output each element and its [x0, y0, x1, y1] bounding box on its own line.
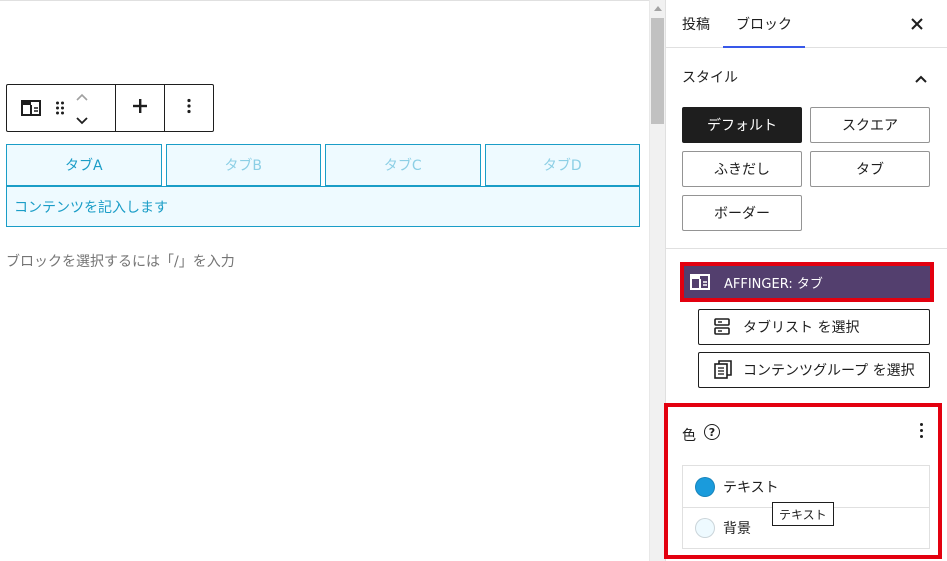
- select-content-group-button[interactable]: コンテンツグループ を選択: [698, 352, 930, 388]
- style-tab-button[interactable]: タブ: [810, 151, 930, 187]
- style-square-button[interactable]: スクエア: [810, 107, 930, 143]
- help-icon[interactable]: ?: [704, 424, 720, 440]
- close-icon[interactable]: [907, 14, 927, 34]
- color-panel-title: 色: [682, 428, 696, 444]
- toolbar-insert-group: [116, 85, 165, 131]
- tab-a[interactable]: タブA: [6, 144, 162, 186]
- tab-block-icon[interactable]: [21, 99, 41, 117]
- style-border-button[interactable]: ボーダー: [682, 195, 802, 231]
- color-item-background-label: 背景: [723, 521, 751, 537]
- tab-posts[interactable]: 投稿: [682, 0, 710, 48]
- select-tablist-button[interactable]: タブリスト を選択: [698, 309, 930, 345]
- tooltip: テキスト: [772, 502, 834, 526]
- style-panel: スタイル デフォルト スクエア ふきだし タブ ボーダー: [666, 48, 947, 249]
- block-card-highlight: AFFINGER: タブ: [680, 262, 934, 302]
- editor-canvas: タブA タブB タブC タブD コンテンツを記入します ブロックを選択するには「…: [0, 0, 649, 561]
- tab-d[interactable]: タブD: [484, 144, 640, 186]
- settings-sidebar: 投稿 ブロック スタイル デフォルト スクエア ふきだし タブ ボーダー AFF…: [664, 0, 947, 561]
- tab-content[interactable]: コンテンツを記入します: [6, 186, 640, 227]
- chevron-up-icon[interactable]: [75, 87, 89, 106]
- plus-icon[interactable]: [132, 98, 148, 118]
- tab-block-settings[interactable]: ブロック: [723, 0, 805, 48]
- toolbar-block-group: [7, 85, 116, 131]
- toolbar-options-group: [165, 85, 213, 131]
- drag-handle-icon[interactable]: [55, 100, 65, 116]
- color-item-text-label: テキスト: [723, 479, 779, 496]
- block-card-title: AFFINGER: タブ: [724, 276, 823, 292]
- chevron-down-icon[interactable]: [75, 110, 89, 129]
- tab-c[interactable]: タブC: [325, 144, 481, 186]
- block-movers: [75, 87, 89, 129]
- color-panel: 色 ? テキスト 背景 テキスト: [668, 407, 938, 555]
- block-appender-placeholder[interactable]: ブロックを選択するには「/」を入力: [6, 251, 235, 271]
- tab-b[interactable]: タブB: [165, 144, 321, 186]
- chevron-up-icon[interactable]: [915, 68, 927, 87]
- background-color-swatch: [695, 518, 715, 538]
- tablist-icon: [713, 317, 735, 337]
- select-content-group-label: コンテンツグループ を選択: [743, 363, 915, 379]
- color-item-text[interactable]: テキスト: [683, 466, 929, 507]
- tab-list: タブA タブB タブC タブD: [6, 144, 640, 186]
- scroll-up-arrow-icon[interactable]: [654, 6, 662, 11]
- style-default-button[interactable]: デフォルト: [682, 107, 802, 143]
- tab-block-icon: [690, 274, 710, 290]
- color-options-icon[interactable]: [920, 423, 924, 438]
- style-panel-title[interactable]: スタイル: [682, 67, 738, 87]
- style-balloon-button[interactable]: ふきだし: [682, 151, 802, 187]
- select-tablist-label: タブリスト を選択: [743, 320, 860, 336]
- sidebar-header: 投稿 ブロック: [666, 0, 947, 48]
- scrollbar-thumb[interactable]: [651, 18, 664, 124]
- content-group-icon: [713, 360, 735, 380]
- color-panel-highlight: 色 ? テキスト 背景 テキスト: [664, 403, 942, 559]
- editor-scrollbar[interactable]: [649, 0, 665, 561]
- more-vertical-icon[interactable]: [187, 98, 191, 118]
- tab-block[interactable]: タブA タブB タブC タブD コンテンツを記入します: [6, 144, 640, 227]
- block-card[interactable]: AFFINGER: タブ: [684, 266, 930, 298]
- text-color-swatch: [695, 476, 715, 497]
- block-toolbar: [6, 84, 214, 132]
